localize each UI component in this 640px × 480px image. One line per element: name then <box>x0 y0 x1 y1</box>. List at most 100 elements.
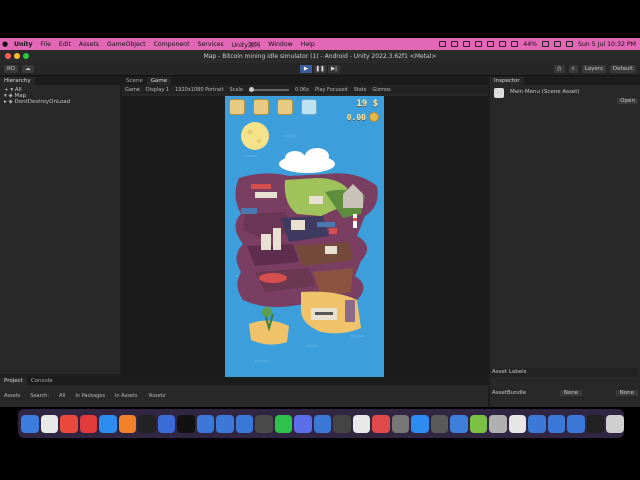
asset-bundle-dropdown[interactable]: None <box>559 390 583 396</box>
apple-icon[interactable]: ● <box>0 40 10 48</box>
layout-dropdown[interactable]: Default <box>609 65 636 73</box>
display-dropdown[interactable]: Display 1 <box>146 87 169 93</box>
vscode-dock-icon[interactable] <box>196 414 215 433</box>
vscode-dock-icon[interactable] <box>528 414 546 433</box>
mps-dock-icon[interactable] <box>255 414 273 433</box>
cloud-icon[interactable]: ☁ <box>22 65 34 73</box>
asset-bundle-label: AssetBundle <box>492 390 527 396</box>
play-button[interactable]: ▶ <box>300 64 312 73</box>
xcode-dock-icon[interactable] <box>157 414 176 433</box>
status-icon[interactable] <box>487 41 495 47</box>
blender-dock-icon[interactable] <box>118 414 137 433</box>
status-icon[interactable] <box>463 41 471 47</box>
open-button[interactable]: Open <box>617 98 638 104</box>
game-mode-dropdown[interactable]: Game <box>125 87 140 93</box>
app-dock-icon[interactable] <box>294 414 312 433</box>
menu-help[interactable]: Help <box>297 41 319 48</box>
app-dock-icon[interactable] <box>391 414 410 433</box>
layers-dropdown[interactable]: Layers <box>581 65 606 73</box>
tab-console[interactable]: Console <box>27 377 57 385</box>
status-icon[interactable] <box>475 41 483 47</box>
zoom-dock-icon[interactable] <box>411 414 429 433</box>
app-dock-icon[interactable] <box>489 414 507 433</box>
menu-window[interactable]: Window <box>264 41 296 48</box>
menu-file[interactable]: File <box>37 41 55 48</box>
app-dock-icon[interactable] <box>333 414 351 433</box>
home-button[interactable] <box>229 99 245 115</box>
hierarchy-item-dontdestroyonload[interactable]: ▸ ◈ DontDestroyOnLoad <box>4 99 116 105</box>
minimize-window-button[interactable] <box>14 53 20 59</box>
status-icon[interactable] <box>511 41 519 47</box>
game-view[interactable]: 19 $ 0.00 <box>122 96 488 396</box>
toolbox-dock-icon[interactable] <box>79 414 98 433</box>
app-dock-icon[interactable] <box>430 414 449 433</box>
settings-button[interactable] <box>301 99 317 115</box>
android-dock-icon[interactable] <box>469 414 488 433</box>
menu-services[interactable]: Services <box>194 41 228 48</box>
search-icon[interactable]: ⌕ <box>568 65 578 73</box>
filter-in-assets[interactable]: In Assets <box>115 393 138 399</box>
asset-labels-header: Asset Labels <box>492 368 638 377</box>
finder-dock-icon[interactable] <box>21 414 39 433</box>
battery-icon[interactable] <box>542 41 550 47</box>
hierarchy-item-label: DontDestroyOnLoad <box>14 99 71 105</box>
tab-game[interactable]: Game <box>146 77 172 85</box>
gizmos-dropdown[interactable]: Gizmos <box>372 87 390 93</box>
cloud-icon <box>279 148 335 173</box>
wifi-icon[interactable] <box>554 41 562 47</box>
game-screen[interactable]: 19 $ 0.00 <box>225 96 384 378</box>
vscode-dock-icon[interactable] <box>547 414 566 433</box>
filter-all[interactable]: All <box>59 393 65 399</box>
resolution-dropdown[interactable]: 1920x1080 Portrait <box>175 87 223 93</box>
tab-project[interactable]: Project <box>0 377 27 385</box>
menu-assets[interactable]: Assets <box>75 41 103 48</box>
vscode-dock-icon[interactable] <box>567 414 585 433</box>
stats-button[interactable]: Stats <box>354 87 367 93</box>
clock: Sun 5 Jul 10:32 PM <box>578 40 636 48</box>
zoom-window-button[interactable] <box>23 53 29 59</box>
vscode-dock-icon[interactable] <box>313 414 332 433</box>
search-icon[interactable] <box>566 41 574 47</box>
app-dock-icon[interactable] <box>352 414 371 433</box>
menu-edit[interactable]: Edit <box>55 41 75 48</box>
wechat-dock-icon[interactable] <box>274 414 293 433</box>
tab-hierarchy[interactable]: Hierarchy <box>0 77 35 85</box>
asset-variant-dropdown[interactable]: None <box>615 390 638 396</box>
close-window-button[interactable] <box>5 53 11 59</box>
launchpad-dock-icon[interactable] <box>40 414 59 433</box>
chrome-dock-icon[interactable] <box>60 414 78 433</box>
app-dock-icon[interactable] <box>508 414 527 433</box>
menu-gameobject[interactable]: GameObject <box>103 41 150 48</box>
search-label: Search: <box>30 393 50 399</box>
pause-button[interactable]: ❚❚ <box>314 64 326 73</box>
unity-dock-icon[interactable] <box>177 414 195 433</box>
filter-assets-folder[interactable]: 'Assets' <box>147 393 166 399</box>
history-icon[interactable]: ◷ <box>553 65 565 73</box>
safari-dock-icon[interactable] <box>99 414 117 433</box>
step-button[interactable]: ▶| <box>328 64 340 73</box>
tab-scene[interactable]: Scene <box>122 77 147 85</box>
project-assets-folder[interactable]: Assets <box>4 393 20 399</box>
lightbulb-button[interactable] <box>253 99 269 115</box>
status-icon[interactable] <box>499 41 507 47</box>
account-dropdown[interactable]: RD <box>4 65 19 73</box>
shop-button[interactable] <box>277 99 293 115</box>
scale-slider[interactable] <box>248 86 289 92</box>
filter-in-packages[interactable]: In Packages <box>75 393 105 399</box>
trash-dock-icon[interactable] <box>606 414 624 433</box>
tab-inspector[interactable]: Inspector <box>490 77 524 85</box>
menu-component[interactable]: Component <box>150 41 194 48</box>
play-focused-dropdown[interactable]: Play Focused <box>315 87 348 93</box>
terminal-dock-icon[interactable] <box>138 414 156 433</box>
menu-unity-source[interactable]: Unity源码 <box>228 40 265 49</box>
vscode-dock-icon[interactable] <box>216 414 234 433</box>
status-icon[interactable] <box>439 41 447 47</box>
vscode-dock-icon[interactable] <box>235 414 254 433</box>
menu-unity[interactable]: Unity <box>10 41 37 48</box>
play-controls: ▶ ❚❚ ▶| <box>300 64 340 73</box>
app-dock-icon[interactable] <box>372 414 390 433</box>
status-icon[interactable] <box>451 41 459 47</box>
island-map[interactable] <box>225 96 384 378</box>
app-dock-icon[interactable] <box>450 414 468 433</box>
unity-dock-icon[interactable] <box>586 414 605 433</box>
